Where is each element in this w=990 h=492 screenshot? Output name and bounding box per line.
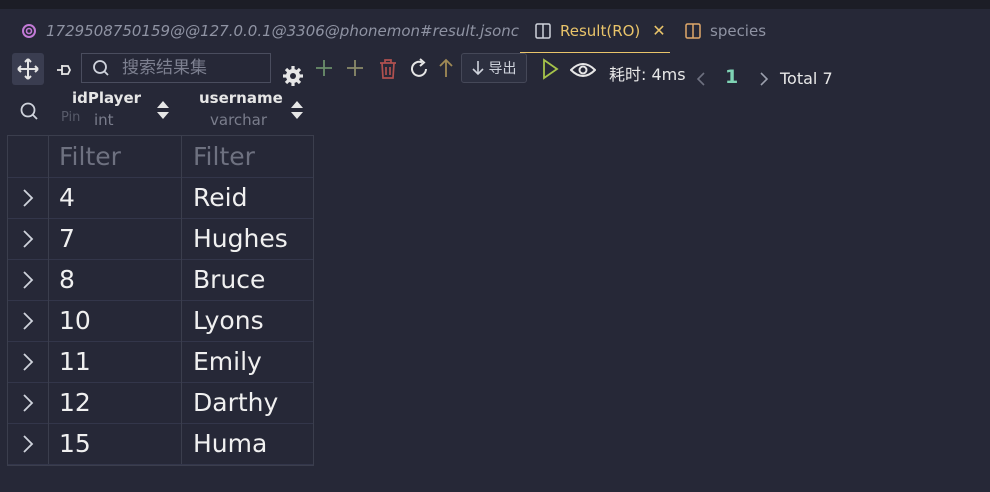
filter-input-username[interactable]: Filter [193,142,255,171]
cell-username[interactable]: Huma [183,423,313,464]
run-icon[interactable] [538,57,562,81]
expand-row-cell[interactable] [8,177,49,218]
window-top-strip [0,0,990,9]
cell-idplayer[interactable]: 7 [49,218,182,259]
filter-cell[interactable]: Filter [183,136,313,177]
filter-row: Filter Filter [8,136,313,178]
tab-label: 1729508750159@@127.0.0.1@3306@phonemon#r… [46,22,520,40]
sort-icon[interactable] [154,97,172,123]
arrow-down-icon [471,60,484,76]
close-icon[interactable]: ✕ [652,21,665,40]
cell-idplayer[interactable]: 10 [49,300,182,341]
expand-row-cell[interactable] [8,259,49,300]
table-row[interactable]: 7 Hughes [8,218,313,260]
expand-row-cell[interactable] [8,300,49,341]
cell-idplayer[interactable]: 8 [49,259,182,300]
cell-idplayer[interactable]: 11 [49,341,182,382]
filter-spacer [8,136,49,177]
table-row[interactable]: 15 Huma [8,423,313,465]
split-view-icon [684,22,702,40]
expand-row-cell[interactable] [8,341,49,382]
chevron-right-icon[interactable] [22,434,34,454]
pin-label[interactable]: Pin [61,110,80,125]
cell-username[interactable]: Bruce [183,259,313,300]
search-box[interactable] [81,53,271,83]
cell-username[interactable]: Lyons [183,300,313,341]
column-type-username: varchar [210,111,268,129]
cell-idplayer[interactable]: 4 [49,177,182,218]
page-number[interactable]: 1 [725,66,738,88]
column-header-idplayer[interactable]: idPlayer [72,89,141,107]
cell-username[interactable]: Emily [183,341,313,382]
chevron-right-icon[interactable] [22,229,34,249]
cell-username[interactable]: Hughes [183,218,313,259]
tab-query-result[interactable]: 1729508750159@@127.0.0.1@3306@phonemon#r… [20,9,519,53]
add-row-icon[interactable] [313,57,335,79]
result-table: Filter Filter 4 Reid 7 Hughes 8 Bruce 10 Lyons 1… [7,135,314,466]
table-row[interactable]: 12 Darthy [8,382,313,424]
delete-icon[interactable] [376,57,400,81]
sort-icon[interactable] [288,97,306,123]
connection-icon [20,22,38,40]
chevron-right-icon[interactable] [22,311,34,331]
export-label: 导出 [488,61,517,77]
elapsed-time: 耗时: 4ms [609,65,686,84]
move-icon[interactable] [12,53,44,85]
next-page-icon[interactable] [757,70,771,88]
expand-row-cell[interactable] [8,382,49,423]
tab-species[interactable]: species [684,9,766,53]
cell-username[interactable]: Reid [183,177,313,218]
table-row[interactable]: 10 Lyons [8,300,313,342]
tab-label: Result(RO) [560,21,641,40]
search-input[interactable] [120,57,264,79]
refresh-icon[interactable] [407,57,431,81]
gear-icon[interactable] [281,64,305,88]
tab-result-ro[interactable]: Result(RO) ✕ [520,9,670,53]
expand-row-cell[interactable] [8,218,49,259]
total-count: Total 7 [780,69,833,88]
chevron-right-icon[interactable] [22,270,34,290]
arrow-up-icon[interactable] [435,57,457,79]
chevron-right-icon[interactable] [22,352,34,372]
filter-cell[interactable]: Filter [49,136,182,177]
search-icon [92,59,110,77]
chevron-right-icon[interactable] [22,393,34,413]
tab-bar: 1729508750159@@127.0.0.1@3306@phonemon#r… [0,9,990,53]
column-search-icon[interactable] [17,99,41,123]
cell-username[interactable]: Darthy [183,382,313,423]
filter-input-idplayer[interactable]: Filter [59,142,121,171]
previous-page-icon[interactable] [694,70,708,88]
table-row[interactable]: 11 Emily [8,341,313,383]
cell-idplayer[interactable]: 12 [49,382,182,423]
eye-icon[interactable] [569,58,597,82]
tab-label: species [710,22,767,40]
column-type-idplayer: int [94,111,114,129]
cell-idplayer[interactable]: 15 [49,423,182,464]
add-icon[interactable] [344,57,366,79]
column-header-username[interactable]: username [199,89,283,107]
export-button[interactable]: 导出 [461,53,527,83]
expand-row-cell[interactable] [8,423,49,464]
table-row[interactable]: 4 Reid [8,177,313,219]
split-view-icon [534,22,552,40]
chevron-right-icon[interactable] [22,188,34,208]
table-row[interactable]: 8 Bruce [8,259,313,301]
pin-icon[interactable] [52,58,76,82]
